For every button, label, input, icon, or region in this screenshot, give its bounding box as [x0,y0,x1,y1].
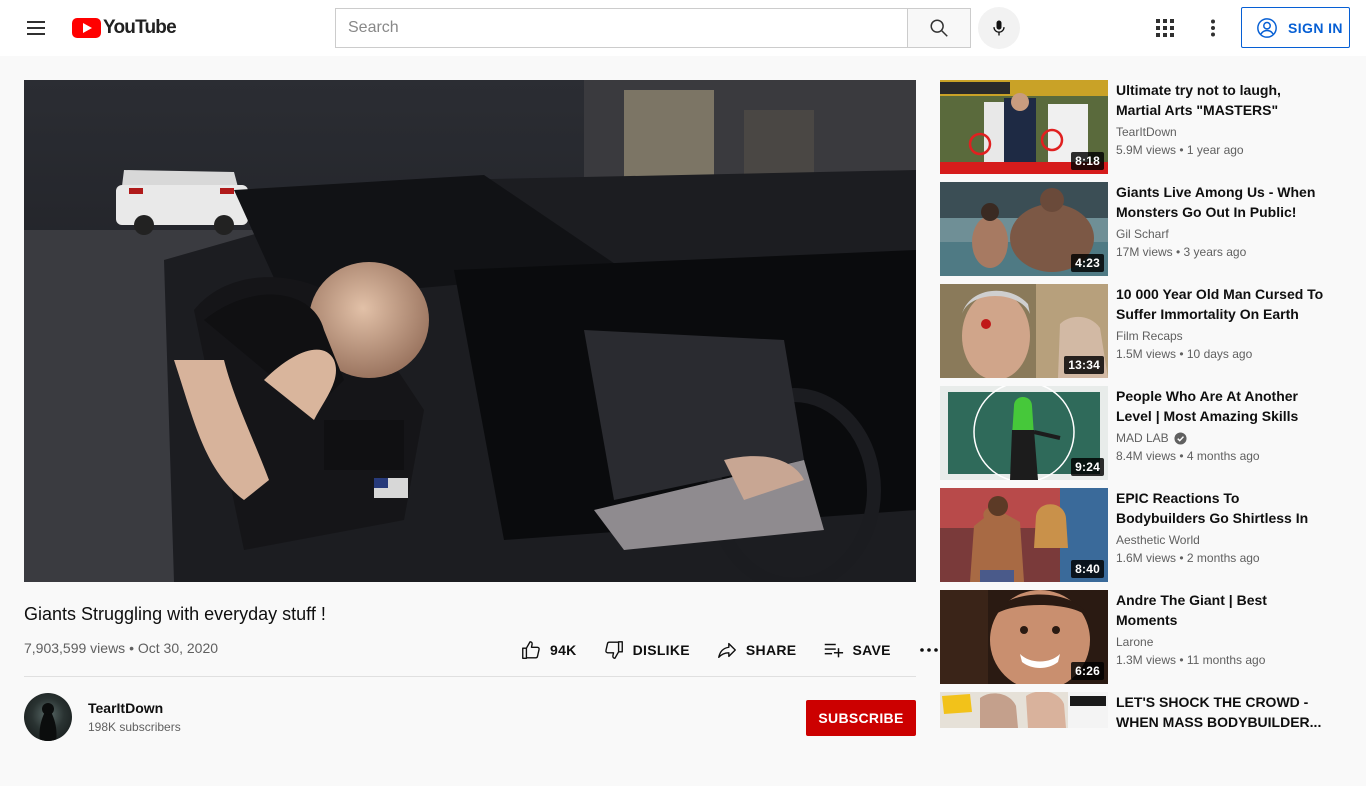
youtube-logo[interactable]: YouTube [72,17,177,39]
recommendation-item[interactable]: 9:24 People Who Are At Another Level | M… [940,386,1340,480]
channel-label: Aesthetic World [1116,533,1200,547]
recommendation-item[interactable]: 13:34 10 000 Year Old Man Cursed To Suff… [940,284,1340,378]
channel-label: Film Recaps [1116,329,1183,343]
search-icon [930,19,948,37]
video-title: Giants Struggling with everyday stuff ! [24,604,326,624]
video-actions: 94K DISLIKE SHARE SAVE [520,638,949,662]
like-button[interactable]: 94K [520,639,577,661]
duration-badge: 9:24 [1071,458,1104,476]
save-label: SAVE [852,642,891,658]
recommendation-title[interactable]: Andre The Giant | Best Moments [1116,590,1326,630]
recommendation-channel: Aesthetic World [1116,533,1200,547]
video-frame [24,80,916,582]
search-box [335,8,908,48]
account-icon [1257,17,1277,38]
video-player[interactable] [24,80,916,582]
sign-in-button[interactable]: SIGN IN [1241,7,1350,48]
duration-badge: 8:18 [1071,152,1104,170]
channel-name[interactable]: TearItDown [88,700,163,716]
dislike-label: DISLIKE [632,642,690,658]
recommendation-channel: MAD LAB [1116,431,1187,445]
subscribe-button[interactable]: SUBSCRIBE [806,700,916,736]
microphone-icon [993,20,1005,36]
channel-label: Gil Scharf [1116,227,1169,241]
recommendation-channel: Gil Scharf [1116,227,1169,241]
sign-in-label: SIGN IN [1288,19,1343,36]
recommendation-item[interactable]: 4:23 Giants Live Among Us - When Monster… [940,182,1340,276]
video-thumbnail[interactable]: 9:24 [940,386,1108,480]
video-thumbnail[interactable]: 8:40 [940,488,1108,582]
subscriber-count: 198K subscribers [88,720,181,734]
more-horizontal-icon [919,648,938,652]
avatar-figure [39,703,57,741]
recommendation-stats: 5.9M views • 1 year ago [1116,143,1244,157]
search-button[interactable] [907,8,971,48]
recommendation-title[interactable]: Giants Live Among Us - When Monsters Go … [1116,182,1326,222]
video-thumbnail[interactable]: 8:18 [940,80,1108,174]
recommendation-title[interactable]: Ultimate try not to laugh, Martial Arts … [1116,80,1326,120]
more-vertical-icon [1211,19,1215,37]
channel-label: Larone [1116,635,1154,649]
duration-badge: 8:40 [1071,560,1104,578]
recommendation-item[interactable]: 8:18 Ultimate try not to laugh, Martial … [940,80,1340,174]
share-icon [717,642,736,659]
video-thumbnail[interactable]: 4:23 [940,182,1108,276]
top-bar: YouTube SIGN IN [0,0,1366,56]
recommendation-item[interactable]: 6:26 Andre The Giant | Best Moments Laro… [940,590,1340,684]
share-label: SHARE [745,642,797,658]
duration-badge: 6:26 [1071,662,1104,680]
recommendation-title[interactable]: People Who Are At Another Level | Most A… [1116,386,1326,426]
share-button[interactable]: SHARE [716,639,797,661]
recommendation-title[interactable]: LET'S SHOCK THE CROWD - WHEN MASS BODYBU… [1116,692,1326,732]
channel-label: TearItDown [1116,125,1177,139]
video-meta: 7,903,599 views • Oct 30, 2020 [24,640,218,656]
meta-separator: • [129,640,138,656]
recommendation-stats: 1.5M views • 10 days ago [1116,347,1253,361]
settings-more-button[interactable] [1200,15,1226,41]
duration-badge: 13:34 [1064,356,1104,374]
view-count: 7,903,599 views [24,640,126,656]
recommendation-stats: 8.4M views • 4 months ago [1116,449,1260,463]
dislike-button[interactable]: DISLIKE [603,639,690,661]
thumbs-up-icon [522,641,540,659]
voice-search-button[interactable] [978,7,1020,49]
thumbs-down-icon [604,641,623,659]
menu-icon[interactable] [24,16,48,40]
verified-badge-icon [1174,431,1187,445]
video-thumbnail[interactable]: 13:34 [940,284,1108,378]
upload-date: Oct 30, 2020 [137,640,219,656]
recommendation-channel: TearItDown [1116,125,1177,139]
recommendation-channel: Film Recaps [1116,329,1183,343]
recommendation-title[interactable]: EPIC Reactions To Bodybuilders Go Shirtl… [1116,488,1326,528]
apps-grid-icon [1156,19,1174,37]
channel-label: MAD LAB [1116,431,1169,445]
recommendation-stats: 1.6M views • 2 months ago [1116,551,1260,565]
video-thumbnail[interactable]: 6:26 [940,590,1108,684]
recommendation-item[interactable]: 8:40 EPIC Reactions To Bodybuilders Go S… [940,488,1340,582]
search-input[interactable] [336,9,908,47]
recommendation-stats: 1.3M views • 11 months ago [1116,653,1266,667]
logo-text: YouTube [103,17,177,38]
apps-button[interactable] [1152,15,1178,41]
recommendation-title[interactable]: 10 000 Year Old Man Cursed To Suffer Imm… [1116,284,1326,324]
playlist-add-icon [825,643,844,658]
channel-avatar[interactable] [24,693,72,741]
section-divider [24,676,916,677]
save-button[interactable]: SAVE [822,639,890,661]
thumbnail-image [940,692,1108,728]
recommendation-stats: 17M views • 3 years ago [1116,245,1247,259]
recommendation-channel: Larone [1116,635,1153,649]
recommendation-item[interactable]: LET'S SHOCK THE CROWD - WHEN MASS BODYBU… [940,692,1340,786]
video-thumbnail[interactable] [940,692,1108,728]
youtube-play-icon [72,18,101,38]
duration-badge: 4:23 [1071,254,1104,272]
like-count: 94K [550,642,577,658]
